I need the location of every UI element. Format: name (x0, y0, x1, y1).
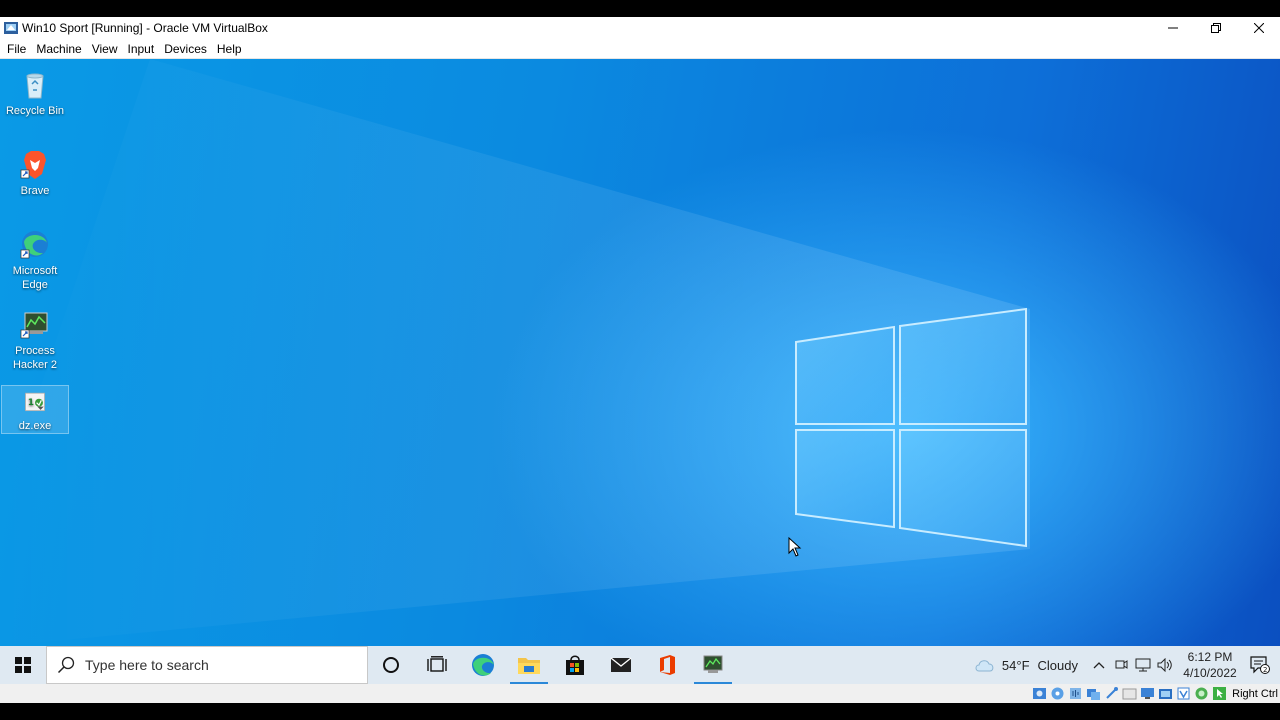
windows-start-icon (15, 657, 31, 673)
tray-meet-now[interactable] (1110, 646, 1132, 684)
minimize-icon (1167, 27, 1178, 29)
video-capture-icon[interactable] (1158, 686, 1173, 701)
desktop-icon-recycle-bin[interactable]: Recycle Bin (1, 64, 69, 118)
desktop-icon-label: Recycle Bin (5, 105, 65, 117)
weather-condition: Cloudy (1037, 657, 1078, 673)
window-title: Win10 Sport [Running] - Oracle VM Virtua… (22, 21, 268, 35)
desktop-icon-label: dz.exe (18, 420, 52, 432)
edge-icon (472, 654, 494, 676)
restore-icon (1210, 23, 1221, 33)
action-center-button[interactable]: 2 (1240, 646, 1280, 684)
clock-time: 6:12 PM (1187, 650, 1233, 664)
search-icon (57, 656, 75, 674)
start-button[interactable] (0, 646, 46, 684)
usb-icon[interactable] (1104, 686, 1119, 701)
desktop-icon-label: Brave (20, 185, 50, 197)
desktop-icon-brave[interactable]: Brave (1, 144, 69, 198)
search-box[interactable]: Type here to search (46, 646, 368, 684)
webcam-icon (1115, 660, 1128, 669)
desktop-icon-label: Microsoft Edge (12, 265, 58, 291)
cloudy-weather-icon (975, 660, 994, 672)
guest-additions-icon[interactable] (1194, 686, 1209, 701)
cortana-icon (383, 657, 399, 673)
vbox-titlebar: Win10 Sport [Running] - Oracle VM Virtua… (0, 17, 1280, 39)
process-hacker-icon (703, 655, 723, 673)
desktop-icon-process-hacker[interactable]: Process Hacker 2 (1, 304, 69, 372)
cortana-button[interactable] (368, 646, 414, 684)
close-button[interactable] (1237, 17, 1280, 39)
executable-icon: 1 (25, 392, 45, 412)
restore-button[interactable] (1194, 17, 1237, 39)
vbox-menubar: File Machine View Input Devices Help (0, 39, 1280, 59)
show-hidden-icons-button[interactable] (1088, 646, 1110, 684)
mail-icon (610, 657, 632, 672)
close-icon (1253, 23, 1264, 33)
menu-file[interactable]: File (2, 39, 31, 59)
letterbox-bottom (0, 703, 1280, 720)
clock-date: 4/10/2022 (1183, 666, 1237, 680)
taskbar-edge[interactable] (460, 646, 506, 684)
svg-text:1: 1 (28, 398, 34, 408)
task-view-button[interactable] (414, 646, 460, 684)
minimize-button[interactable] (1151, 17, 1194, 39)
taskbar-store[interactable] (552, 646, 598, 684)
system-tray: 54°F Cloudy 6:12 PM 4/10/2022 2 (974, 646, 1280, 684)
search-placeholder: Type here to search (85, 657, 209, 673)
chevron-up-icon (1093, 662, 1105, 669)
desktop-icon-label: Process Hacker 2 (12, 345, 58, 371)
menu-view[interactable]: View (87, 39, 123, 59)
virtualbox-app-icon[interactable] (3, 20, 19, 36)
network-adapter-icon[interactable] (1086, 686, 1101, 701)
weather-temperature: 54°F (1001, 657, 1030, 673)
desktop[interactable]: Recycle Bin Brave Microsoft Edge Process… (0, 59, 1280, 646)
notification-count: 2 (1263, 666, 1267, 674)
shared-folders-icon[interactable] (1122, 686, 1137, 701)
recycle-bin-icon (26, 73, 44, 99)
weather-widget[interactable]: 54°F Cloudy (974, 657, 1078, 673)
file-explorer-icon (518, 658, 540, 674)
volume-icon (1157, 658, 1172, 672)
office-icon (660, 655, 675, 675)
tray-volume[interactable] (1154, 646, 1176, 684)
task-view-icon (427, 656, 447, 672)
vbox-statusbar: Right Ctrl (0, 684, 1280, 703)
windows-wallpaper (0, 59, 1030, 646)
host-key-indicator[interactable]: Right Ctrl (1232, 688, 1278, 700)
mouse-integration-icon[interactable] (1212, 686, 1227, 701)
menu-machine[interactable]: Machine (31, 39, 86, 59)
brave-icon (20, 151, 46, 179)
store-icon (566, 655, 584, 675)
menu-devices[interactable]: Devices (159, 39, 212, 59)
taskbar-clock[interactable]: 6:12 PM 4/10/2022 (1180, 649, 1240, 681)
taskbar: Type here to search 54°F Cloudy 6:12 PM … (0, 646, 1280, 684)
optical-drive-icon[interactable] (1050, 686, 1065, 701)
edge-icon (20, 231, 48, 259)
notification-icon: 2 (1250, 656, 1270, 674)
taskbar-process-hacker[interactable] (690, 646, 736, 684)
hard-disk-icon[interactable] (1032, 686, 1047, 701)
display-icon[interactable] (1140, 686, 1155, 701)
process-hacker-icon (20, 312, 48, 339)
audio-icon[interactable] (1068, 686, 1083, 701)
tray-network[interactable] (1132, 646, 1154, 684)
mouse-cursor-icon (788, 537, 802, 557)
desktop-icon-dz-exe[interactable]: 1 dz.exe (1, 385, 69, 434)
menu-input[interactable]: Input (123, 39, 160, 59)
taskbar-mail[interactable] (598, 646, 644, 684)
menu-help[interactable]: Help (212, 39, 247, 59)
desktop-icon-edge[interactable]: Microsoft Edge (1, 224, 69, 292)
taskbar-file-explorer[interactable] (506, 646, 552, 684)
network-icon (1135, 658, 1151, 672)
virtualization-icon[interactable] (1176, 686, 1191, 701)
letterbox-top (0, 0, 1280, 17)
taskbar-office[interactable] (644, 646, 690, 684)
window-controls (1151, 17, 1280, 39)
